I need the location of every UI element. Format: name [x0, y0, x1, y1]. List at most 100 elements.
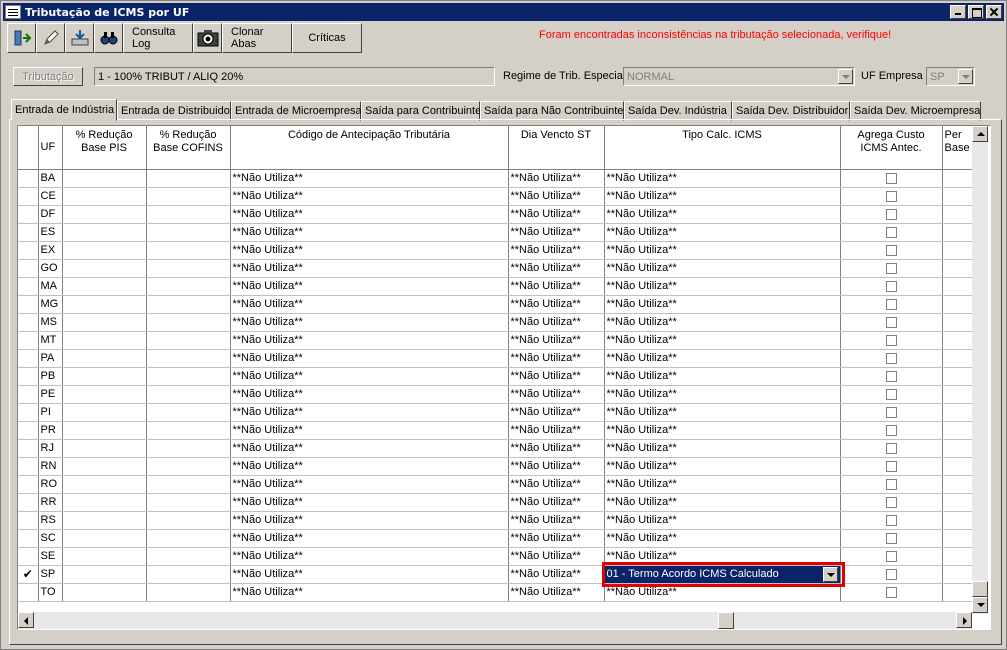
cell-cod-antecipacao[interactable]: **Não Utiliza**	[230, 475, 509, 494]
cell-agrega-custo[interactable]	[840, 475, 943, 494]
cell-agrega-custo[interactable]	[840, 241, 943, 260]
agrega-custo-checkbox[interactable]	[885, 262, 897, 274]
cell-reducao-pis[interactable]	[62, 565, 147, 584]
cell-tipo-calc[interactable]: **Não Utiliza**	[604, 169, 841, 188]
cell-cod-antecipacao[interactable]: **Não Utiliza**	[230, 367, 509, 386]
agrega-custo-checkbox[interactable]	[885, 496, 897, 508]
cell-reducao-pis[interactable]	[62, 529, 147, 548]
cell-tipo-calc[interactable]: **Não Utiliza**	[604, 205, 841, 224]
cell-cod-antecipacao[interactable]: **Não Utiliza**	[230, 583, 509, 602]
cell-reducao-pis[interactable]	[62, 223, 147, 242]
cell-cod-antecipacao[interactable]: **Não Utiliza**	[230, 439, 509, 458]
table-row[interactable]: SE **Não Utiliza** **Não Utiliza** **Não Ut…	[18, 547, 983, 566]
cell-reducao-pis[interactable]	[62, 313, 147, 332]
cell-dia-vencto[interactable]: **Não Utiliza**	[508, 313, 605, 332]
cell-cod-antecipacao[interactable]: **Não Utiliza**	[230, 511, 509, 530]
col-dia-vencto[interactable]: Dia Vencto ST	[508, 126, 605, 170]
cell-dia-vencto[interactable]: **Não Utiliza**	[508, 187, 605, 206]
cell-agrega-custo[interactable]	[840, 349, 943, 368]
table-row[interactable]: PA **Não Utiliza** **Não Utiliza** **Não Ut…	[18, 349, 983, 368]
cell-uf[interactable]: TO	[38, 583, 63, 602]
table-row[interactable]: MT **Não Utiliza** **Não Utiliza** **Não Ut…	[18, 331, 983, 350]
agrega-custo-checkbox[interactable]	[885, 316, 897, 328]
tab-saida-dev-industria[interactable]: Saída Dev. Indústria	[624, 101, 732, 121]
tab-saida-contribuinte[interactable]: Saída para Contribuinte	[361, 101, 481, 121]
cell-uf[interactable]: PA	[38, 349, 63, 368]
vertical-scroll-thumb[interactable]	[972, 581, 988, 597]
horizontal-scroll-thumb[interactable]	[718, 612, 734, 629]
cell-cod-antecipacao[interactable]: **Não Utiliza**	[230, 223, 509, 242]
agrega-custo-checkbox[interactable]	[885, 406, 897, 418]
cell-reducao-cofins[interactable]	[146, 169, 231, 188]
cell-tipo-calc[interactable]: **Não Utiliza**	[604, 349, 841, 368]
cell-dia-vencto[interactable]: **Não Utiliza**	[508, 511, 605, 530]
tributacao-field[interactable]: 1 - 100% TRIBUT / ALIQ 20%	[94, 67, 495, 86]
cell-reducao-cofins[interactable]	[146, 493, 231, 512]
cell-tipo-calc[interactable]: **Não Utiliza**	[604, 403, 841, 422]
cell-cod-antecipacao[interactable]: **Não Utiliza**	[230, 403, 509, 422]
cell-tipo-calc[interactable]: **Não Utiliza**	[604, 187, 841, 206]
cell-uf[interactable]: ES	[38, 223, 63, 242]
agrega-custo-checkbox[interactable]	[885, 208, 897, 220]
cell-dia-vencto[interactable]: **Não Utiliza**	[508, 421, 605, 440]
table-row[interactable]: SC **Não Utiliza** **Não Utiliza** **Não Ut…	[18, 529, 983, 548]
cell-tipo-calc[interactable]: **Não Utiliza**	[604, 331, 841, 350]
col-cod-antecipacao[interactable]: Código de Antecipação Tributária	[230, 126, 509, 170]
cell-reducao-pis[interactable]	[62, 493, 147, 512]
table-row[interactable]: MA **Não Utiliza** **Não Utiliza** **Não Ut…	[18, 277, 983, 296]
tributacao-button[interactable]: Tributação	[13, 67, 83, 86]
cell-dia-vencto[interactable]: **Não Utiliza**	[508, 439, 605, 458]
scroll-right-button[interactable]	[956, 612, 972, 628]
cell-dia-vencto[interactable]: **Não Utiliza**	[508, 385, 605, 404]
tab-entrada-distribuidor[interactable]: Entrada de Distribuidor	[117, 101, 234, 121]
agrega-custo-checkbox[interactable]	[885, 568, 897, 580]
cell-agrega-custo[interactable]	[840, 313, 943, 332]
cell-dia-vencto[interactable]: **Não Utiliza**	[508, 295, 605, 314]
agrega-custo-checkbox[interactable]	[885, 478, 897, 490]
agrega-custo-checkbox[interactable]	[885, 226, 897, 238]
cell-agrega-custo[interactable]	[840, 511, 943, 530]
table-row[interactable]: PB **Não Utiliza** **Não Utiliza** **Não Ut…	[18, 367, 983, 386]
cell-cod-antecipacao[interactable]: **Não Utiliza**	[230, 331, 509, 350]
minimize-button[interactable]	[950, 5, 966, 19]
cell-reducao-cofins[interactable]	[146, 241, 231, 260]
cell-dia-vencto[interactable]: **Não Utiliza**	[508, 493, 605, 512]
cell-reducao-pis[interactable]	[62, 331, 147, 350]
cell-dia-vencto[interactable]: **Não Utiliza**	[508, 205, 605, 224]
cell-reducao-cofins[interactable]	[146, 403, 231, 422]
cell-cod-antecipacao[interactable]: **Não Utiliza**	[230, 529, 509, 548]
cell-uf[interactable]: SE	[38, 547, 63, 566]
cell-dia-vencto[interactable]: **Não Utiliza**	[508, 349, 605, 368]
col-agrega-custo[interactable]: Agrega Custo ICMS Antec.	[840, 126, 943, 170]
table-row[interactable]: ✔ SP **Não Utiliza** **Não Utiliza** 01 - Te…	[18, 565, 983, 584]
col-uf[interactable]: UF	[38, 126, 63, 170]
agrega-custo-checkbox[interactable]	[885, 352, 897, 364]
cell-cod-antecipacao[interactable]: **Não Utiliza**	[230, 169, 509, 188]
cell-reducao-pis[interactable]	[62, 421, 147, 440]
cell-uf[interactable]: PR	[38, 421, 63, 440]
cell-reducao-cofins[interactable]	[146, 439, 231, 458]
cell-reducao-cofins[interactable]	[146, 475, 231, 494]
cell-cod-antecipacao[interactable]: **Não Utiliza**	[230, 187, 509, 206]
cell-cod-antecipacao[interactable]: **Não Utiliza**	[230, 205, 509, 224]
agrega-custo-checkbox[interactable]	[885, 514, 897, 526]
agrega-custo-checkbox[interactable]	[885, 442, 897, 454]
cell-tipo-calc[interactable]: **Não Utiliza**	[604, 277, 841, 296]
cell-dia-vencto[interactable]: **Não Utiliza**	[508, 529, 605, 548]
scroll-left-button[interactable]	[18, 612, 34, 628]
agrega-custo-checkbox[interactable]	[885, 172, 897, 184]
cell-tipo-calc[interactable]: **Não Utiliza**	[604, 223, 841, 242]
cell-cod-antecipacao[interactable]: **Não Utiliza**	[230, 295, 509, 314]
cell-agrega-custo[interactable]	[840, 439, 943, 458]
cell-uf[interactable]: SC	[38, 529, 63, 548]
agrega-custo-checkbox[interactable]	[885, 280, 897, 292]
cell-uf[interactable]: RN	[38, 457, 63, 476]
cell-tipo-calc[interactable]: **Não Utiliza**	[604, 475, 841, 494]
agrega-custo-checkbox[interactable]	[885, 334, 897, 346]
col-tipo-calc[interactable]: Tipo Calc. ICMS	[604, 126, 841, 170]
cell-cod-antecipacao[interactable]: **Não Utiliza**	[230, 565, 509, 584]
cell-reducao-cofins[interactable]	[146, 205, 231, 224]
cell-agrega-custo[interactable]	[840, 259, 943, 278]
cell-tipo-calc[interactable]: **Não Utiliza**	[604, 241, 841, 260]
cell-reducao-cofins[interactable]	[146, 511, 231, 530]
